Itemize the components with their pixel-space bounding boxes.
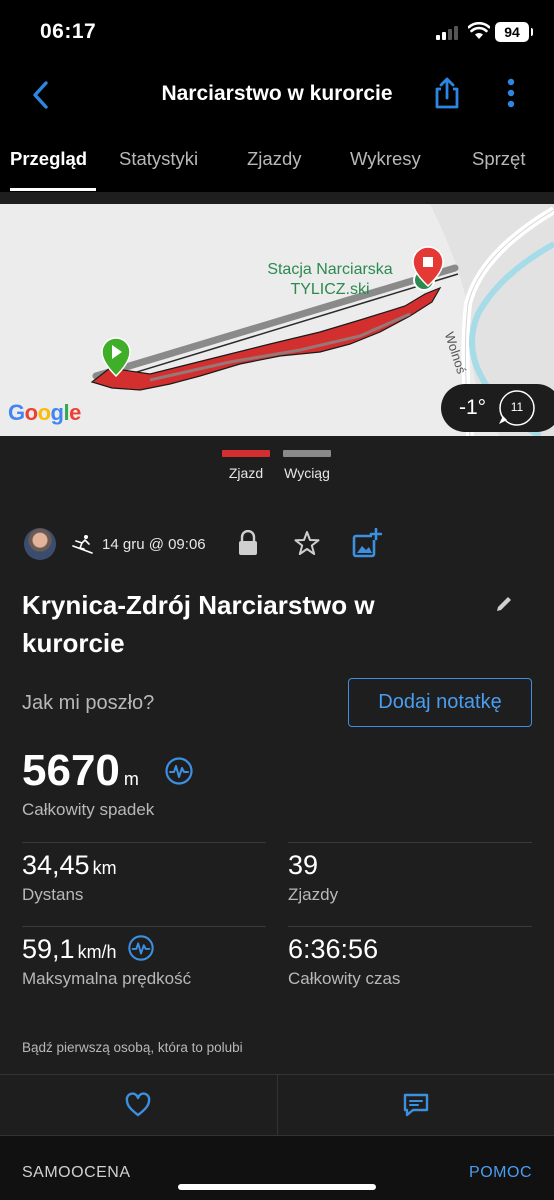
help-link[interactable]: POMOC: [469, 1164, 532, 1182]
like-button[interactable]: [0, 1075, 276, 1135]
weather-badge[interactable]: -1° 11: [441, 384, 554, 432]
divider: [22, 926, 266, 927]
status-time: 06:17: [40, 20, 97, 43]
app-header: Narciarstwo w kurorcie: [0, 62, 554, 128]
total-time-label: Całkowity czas: [288, 969, 401, 988]
how-did-it-go-label: Jak mi poszło?: [22, 692, 155, 714]
more-options-button[interactable]: [500, 76, 522, 110]
tab-charts[interactable]: Wykresy: [350, 148, 421, 170]
legend-run-label: Zjazd: [228, 465, 264, 481]
star-icon[interactable]: [294, 530, 320, 556]
legend-lift-swatch: [283, 450, 331, 457]
legend-lift: Wyciąg: [283, 450, 331, 481]
runs-value: 39: [288, 850, 319, 880]
action-bar: [0, 1074, 554, 1136]
total-time-value: 6:36:56: [288, 934, 379, 964]
page-title: Narciarstwo w kurorcie: [161, 82, 393, 105]
total-descent-label: Całkowity spadek: [22, 800, 155, 819]
activity-title: Krynica-Zdrój Narciarstwo w kurorcie: [22, 590, 375, 658]
total-descent-value: 5670: [22, 746, 120, 795]
add-note-button[interactable]: Dodaj notatkę: [348, 678, 532, 727]
tab-runs[interactable]: Zjazdy: [247, 148, 302, 170]
tab-overview[interactable]: Przegląd: [10, 148, 87, 170]
max-speed-unit: km/h: [77, 942, 117, 962]
divider: [0, 192, 554, 204]
self-evaluation-row: SAMOOCENA POMOC: [0, 1136, 554, 1200]
active-tab-indicator: [10, 188, 96, 191]
legend-run: Zjazd: [222, 450, 270, 481]
lock-icon[interactable]: [236, 530, 260, 556]
total-descent-unit: m: [123, 769, 139, 789]
legend-lift-label: Wyciąg: [284, 465, 330, 481]
activity-panel: 14 gru @ 09:06 Krynica-Zdrój Narciarstwo…: [0, 506, 554, 1200]
likes-prompt: Bądź pierwszą osobą, która to polubi: [22, 1040, 243, 1055]
divider: [288, 842, 532, 843]
home-indicator: [178, 1184, 376, 1190]
total-time-stat: 6:36:56 Całkowity czas: [288, 934, 400, 989]
temperature: -1°: [459, 396, 487, 419]
tab-bar: Przegląd Statystyki Zjazdy Wykresy Sprzę…: [0, 128, 554, 192]
runs-label: Zjazdy: [288, 885, 339, 904]
pulse-chart-icon[interactable]: [164, 756, 194, 786]
max-speed-label: Maksymalna prędkość: [22, 969, 192, 988]
max-speed-stat: 59,1 km/h Maksymalna prędkość: [22, 934, 191, 989]
edit-icon[interactable]: [494, 594, 514, 614]
distance-value: 34,45: [22, 850, 90, 880]
google-logo: Google: [8, 400, 81, 425]
distance-label: Dystans: [22, 885, 84, 904]
self-evaluation-label: SAMOOCENA: [22, 1164, 131, 1181]
distance-unit: km: [92, 858, 117, 878]
place-label: Stacja Narciarska TYLICZ.ski: [240, 260, 420, 300]
place-label-line2: TYLICZ.ski: [290, 281, 370, 298]
tab-statistics[interactable]: Statystyki: [119, 148, 198, 170]
place-label-line1: Stacja Narciarska: [267, 261, 393, 278]
add-photo-icon[interactable]: [352, 528, 382, 558]
runs-stat: 39 Zjazdy: [288, 850, 338, 905]
map-legend: Zjazd Wyciąg: [0, 436, 554, 506]
cellular-signal-icon: [436, 26, 460, 40]
legend-run-swatch: [222, 450, 270, 457]
status-bar: 06:17 94: [0, 0, 554, 62]
battery-icon: 94: [495, 22, 533, 42]
wifi-icon: [468, 22, 490, 39]
pulse-chart-icon[interactable]: [127, 934, 155, 962]
max-speed-value: 59,1: [22, 934, 75, 964]
avatar[interactable]: [24, 528, 56, 560]
divider: [288, 926, 532, 927]
comment-icon: [403, 1093, 429, 1117]
route-map[interactable]: Stacja Narciarska TYLICZ.ski Wolnoś Goog…: [0, 204, 554, 436]
tab-gear[interactable]: Sprzęt: [472, 148, 525, 170]
skier-icon: [72, 535, 93, 554]
distance-stat: 34,45 km Dystans: [22, 850, 117, 905]
comment-button[interactable]: [277, 1075, 554, 1135]
divider: [22, 842, 266, 843]
wind-speed: 11: [510, 400, 524, 414]
activity-meta: 14 gru @ 09:06: [24, 528, 544, 564]
share-button[interactable]: [430, 76, 464, 110]
total-descent-stat: 5670 m: [22, 746, 193, 796]
heart-icon: [125, 1092, 151, 1117]
activity-date: 14 gru @ 09:06: [102, 536, 206, 553]
